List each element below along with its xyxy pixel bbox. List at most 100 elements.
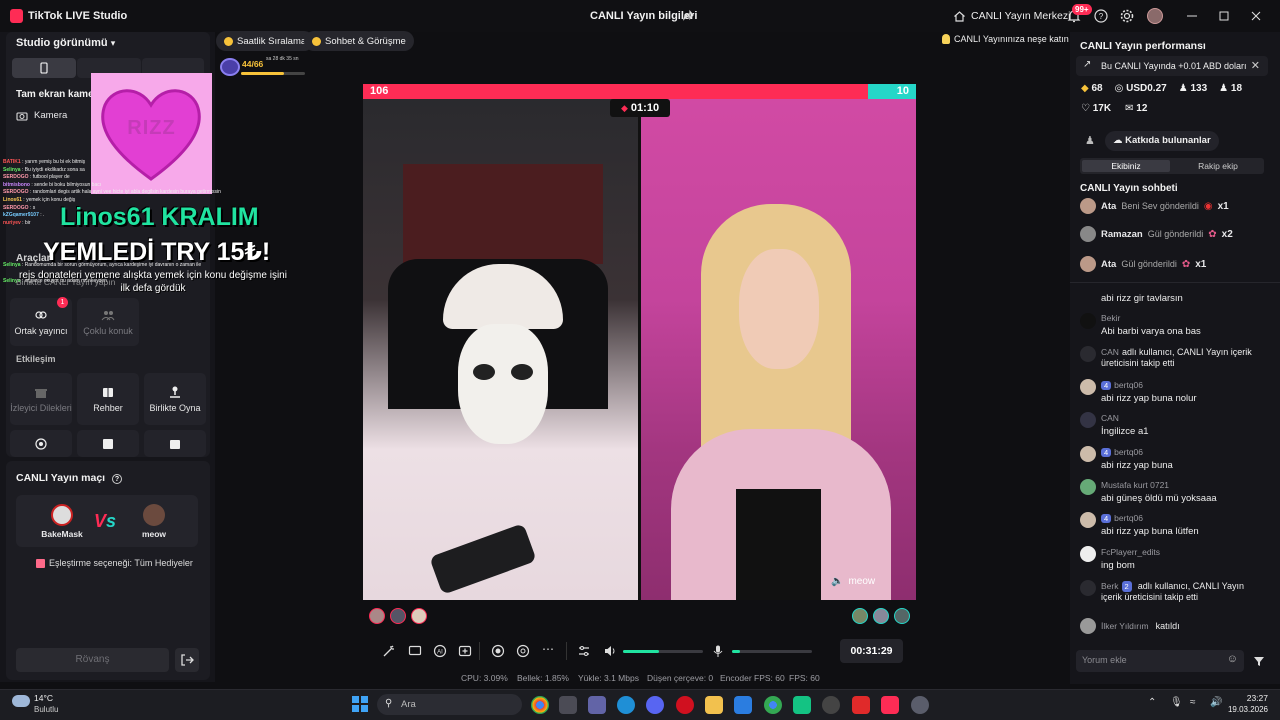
youtube-icon[interactable] [852,696,870,714]
guide-button[interactable]: Rehber [77,373,139,425]
chrome-active-icon[interactable] [764,696,782,714]
help-icon[interactable]: ? [1093,8,1109,24]
level-progress: 44/66 [242,59,264,69]
steam-icon[interactable] [822,696,840,714]
speaker-icon[interactable]: 🔊 [1210,697,1222,708]
emoji-icon[interactable]: ☺ [1227,653,1238,665]
multi-guest-button[interactable]: Çoklu konuk [77,298,139,346]
avatar [1080,412,1096,428]
close-icon[interactable] [1248,8,1264,24]
match-option[interactable]: Eşleştirme seçeneği: Tüm Hediyeler [36,558,193,568]
ai-icon[interactable]: AI [433,644,447,658]
contributors-button[interactable]: ☁ Katkıda bulunanlar [1105,131,1219,151]
audio-settings-icon[interactable] [577,644,591,658]
avatar [1080,479,1096,495]
tab-rival-team[interactable]: Rakip ekip [1174,160,1262,172]
store-icon[interactable] [559,696,577,714]
overlay-chat-line: BATIK1 : yarım yemiş bu bi ek bitmiş [3,159,86,165]
capture-icon[interactable] [516,644,530,658]
top-gifter-avatar[interactable] [411,608,427,624]
chat-message: FcPlayerr_edits ing bom [1101,547,1161,571]
minimize-icon[interactable] [1184,8,1200,24]
file-explorer-icon[interactable] [705,696,723,714]
rival-gifter-avatar[interactable] [852,608,868,624]
studio-view-dropdown[interactable]: Studio görünümü ▾ [16,37,115,49]
tray-mic-icon[interactable]: 🎙 [1170,697,1183,708]
windows-start-icon[interactable] [352,696,368,712]
chrome-icon[interactable] [531,696,549,714]
magic-wand-icon[interactable] [382,644,396,658]
hourly-rank-button[interactable]: Saatlik Sıralama [216,31,315,51]
mail-icon[interactable] [734,696,752,714]
person-icon [1080,346,1096,362]
taskbar-search[interactable]: ⚲ Ara [377,694,522,715]
portrait-layout-button[interactable] [12,58,76,78]
player-a-avatar [51,504,73,526]
microphone-icon[interactable] [711,644,725,658]
clock-time: 23:27 [1246,693,1268,703]
play-together-button[interactable]: Birlikte Oyna [144,373,206,425]
wifi-icon[interactable]: ≈ [1190,697,1196,708]
speaker-icon[interactable]: 🔈 [831,576,843,587]
teams-icon[interactable] [588,696,606,714]
battle-icon: ◆ [620,103,628,113]
level-bar-track [241,72,305,75]
share-icon[interactable] [682,9,694,21]
tab-our-team[interactable]: Ekibiniz [1082,160,1170,172]
volume-slider[interactable] [623,650,703,653]
promo-button[interactable]: CANLI Yayınınıza neşe katın [942,34,1069,44]
top-gifter-avatar[interactable] [369,608,385,624]
battle-timer: ◆ 01:10 [610,99,670,117]
tiktok-icon[interactable] [881,696,899,714]
camera-source[interactable]: Kamera [16,110,67,121]
player-a-name: BakeMask [41,529,83,539]
close-banner-icon[interactable]: ✕ [1251,59,1260,72]
host-microphone [429,523,537,595]
avatar [1080,226,1096,242]
add-person-icon: ♟ [1219,83,1229,94]
person-icon [1080,580,1096,596]
tray-chevron-icon[interactable]: ⌃ [1148,697,1156,708]
maximize-icon[interactable] [1216,8,1232,24]
settings-gear-icon[interactable] [1119,8,1135,24]
studio-view-label: Studio görünümü [16,37,108,49]
live-center-button[interactable]: CANLI Yayın Merkezi [953,8,1070,24]
rival-gifter-avatar[interactable] [894,608,910,624]
opponent-video: 🔈 meow [641,99,916,600]
performance-title: CANLI Yayın performansı [1080,40,1206,52]
host-video [363,99,638,600]
volume-icon[interactable] [603,644,617,658]
memory-stat: Bellek: 1.85% [517,673,569,683]
gift-icon [35,389,47,398]
exit-match-button[interactable] [175,648,199,672]
tool-more-1[interactable] [10,430,72,457]
search-placeholder: Ara [401,699,416,710]
screen-share-icon[interactable] [408,644,422,658]
avatar [1080,256,1096,272]
viewer-wishes-button[interactable]: İzleyici Dilekleri [10,373,72,425]
profile-avatar[interactable] [1147,8,1163,24]
more-options-icon[interactable]: ⋯ [542,642,554,656]
comment-input[interactable]: Yorum ekle ☺ [1076,650,1244,672]
live-center-label: CANLI Yayın Merkezi [971,10,1071,22]
app-green-icon[interactable] [793,696,811,714]
tool-more-3[interactable] [144,430,206,457]
rival-gifter-avatar[interactable] [873,608,889,624]
trend-up-icon: ↗ [1083,59,1092,70]
chat-message: Bekir Abi barbi varya ona bas [1101,313,1201,337]
top-gifter-avatar[interactable] [390,608,406,624]
filter-icon[interactable] [1253,655,1265,667]
mic-slider[interactable] [732,650,812,653]
info-icon[interactable]: ? [112,474,123,484]
record-icon[interactable] [491,644,505,658]
edge-icon[interactable] [617,696,635,714]
chat-meet-button[interactable]: Sohbet & Görüşme [304,31,414,51]
settings-icon[interactable] [911,696,929,714]
add-overlay-icon[interactable] [458,644,472,658]
title-bar: TikTok LIVE Studio CANLI Yayın bilgileri… [0,0,1280,32]
rematch-button[interactable]: Rövanş [16,648,169,672]
discord-icon[interactable] [646,696,664,714]
overlay-chat-line: SERDOGO : randomlari degis artik hala ay… [3,189,221,196]
tool-more-2[interactable] [77,430,139,457]
opera-icon[interactable] [676,696,694,714]
